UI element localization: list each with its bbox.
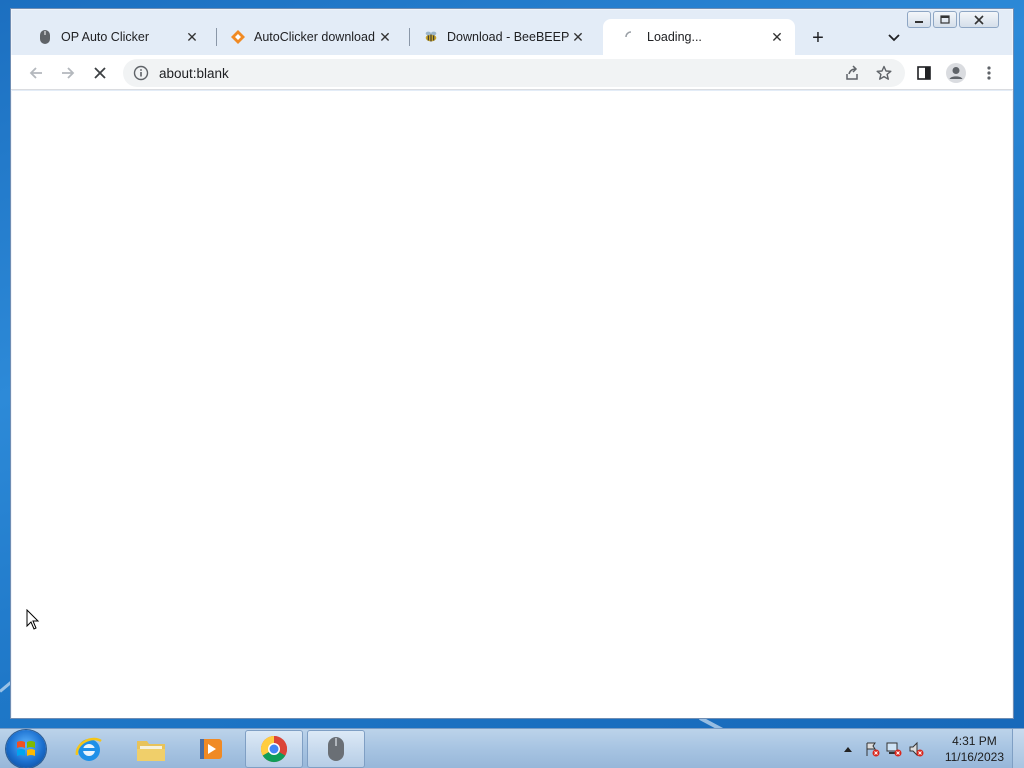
avatar-icon — [946, 63, 966, 83]
folder-icon — [137, 741, 165, 761]
taskbar-chrome[interactable] — [245, 730, 303, 768]
side-panel-icon — [917, 66, 931, 80]
show-hidden-icons-button[interactable] — [840, 741, 856, 757]
taskbar-auto-clicker[interactable] — [307, 730, 365, 768]
show-desktop-button[interactable] — [1012, 729, 1024, 768]
windows-logo-icon — [17, 741, 35, 756]
bee-favicon-icon — [423, 29, 439, 45]
clock-time: 4:31 PM — [952, 734, 997, 748]
info-icon[interactable] — [133, 65, 149, 81]
tab-loading[interactable]: Loading... ✕ — [603, 19, 795, 55]
share-button[interactable] — [838, 59, 866, 87]
tab-autoclicker-download[interactable]: AutoClicker download | ✕ — [210, 19, 403, 55]
chevron-down-icon — [888, 34, 900, 42]
tab-strip: OP Auto Clicker ✕ AutoClicker download |… — [11, 19, 1013, 55]
network-icon[interactable] — [886, 741, 902, 757]
address-bar[interactable]: about:blank — [123, 59, 905, 87]
new-tab-button[interactable]: + — [807, 27, 829, 49]
forward-arrow-icon — [62, 67, 75, 79]
clock-date: 11/16/2023 — [944, 750, 1004, 764]
tab-beebeep-download[interactable]: Download - BeeBEEP - F ✕ — [403, 19, 596, 55]
mouse-favicon-icon — [37, 29, 53, 45]
loading-spinner-icon — [623, 29, 639, 45]
more-vertical-icon — [987, 66, 991, 80]
tab-title: OP Auto Clicker — [61, 30, 150, 44]
action-center-icon[interactable] — [864, 741, 880, 757]
back-button[interactable] — [22, 59, 50, 87]
taskbar: 4:31 PM 11/16/2023 — [0, 728, 1024, 768]
close-tab-icon[interactable]: ✕ — [377, 29, 393, 45]
profile-button[interactable] — [942, 59, 970, 87]
close-tab-icon[interactable]: ✕ — [570, 29, 586, 45]
internet-explorer-icon — [75, 737, 102, 761]
tab-op-auto-clicker[interactable]: OP Auto Clicker ✕ — [17, 19, 210, 55]
close-tab-icon[interactable]: ✕ — [769, 29, 785, 45]
back-arrow-icon — [29, 67, 42, 79]
stop-loading-button[interactable] — [86, 59, 114, 87]
system-tray: 4:31 PM 11/16/2023 — [838, 729, 1024, 768]
tab-search-button[interactable] — [883, 27, 905, 49]
taskbar-windows-explorer[interactable] — [122, 730, 180, 768]
browser-toolbar: about:blank — [11, 55, 1013, 90]
media-player-icon — [200, 739, 222, 759]
mouse-icon — [328, 737, 344, 761]
tab-title: Download - BeeBEEP - F — [447, 30, 570, 44]
share-icon — [846, 65, 858, 80]
address-url[interactable]: about:blank — [159, 66, 229, 81]
orange-diamond-favicon-icon — [230, 29, 246, 45]
page-content[interactable] — [12, 91, 1012, 718]
chrome-icon — [260, 735, 288, 763]
plus-icon: + — [812, 26, 824, 49]
taskbar-media-player[interactable] — [182, 730, 240, 768]
menu-button[interactable] — [975, 59, 1003, 87]
tab-title: Loading... — [647, 30, 702, 44]
taskbar-clock[interactable]: 4:31 PM 11/16/2023 — [945, 733, 1004, 765]
mouse-cursor-icon — [26, 609, 40, 630]
tab-title: AutoClicker download | — [254, 30, 377, 44]
close-tab-icon[interactable]: ✕ — [184, 29, 200, 45]
forward-button[interactable] — [54, 59, 82, 87]
close-icon — [94, 67, 106, 79]
browser-window: OP Auto Clicker ✕ AutoClicker download |… — [10, 8, 1014, 719]
volume-muted-icon[interactable] — [908, 741, 924, 757]
side-panel-button[interactable] — [910, 59, 938, 87]
chevron-up-icon — [844, 747, 852, 752]
star-icon — [876, 65, 892, 80]
bookmark-button[interactable] — [870, 59, 898, 87]
start-button[interactable] — [6, 730, 46, 768]
taskbar-internet-explorer[interactable] — [60, 730, 118, 768]
